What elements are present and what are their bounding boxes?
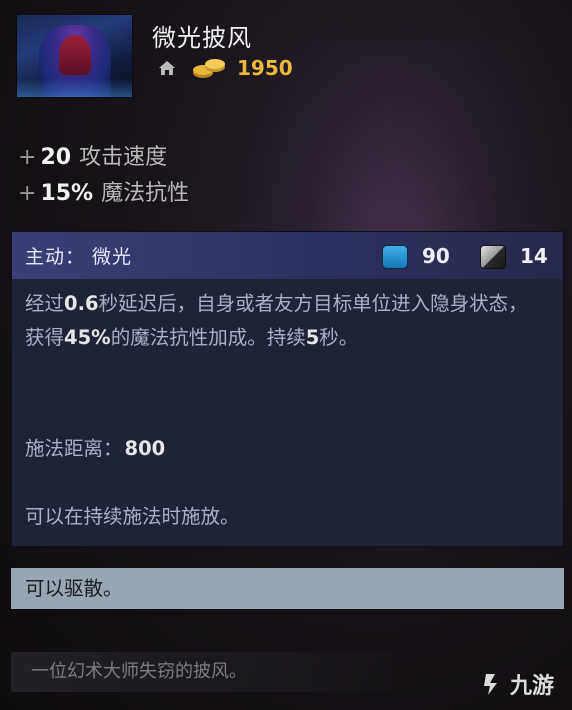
dispel-note: 可以驱散。 [11,568,564,609]
cooldown-value: 14 [520,244,548,268]
active-ability-panel: 主动： 微光 90 14 经过0.6秒延迟后，自身或者友方目标单位进入隐身状态，… [11,231,564,547]
stat-plus: + [18,145,37,170]
stat-label: 攻击速度 [79,145,168,170]
stat-value: 20 [40,145,72,170]
stat-plus: + [18,181,37,206]
stat-label: 魔法抗性 [101,181,190,206]
site-watermark: 九游 [478,668,554,700]
stat-row: +15% 魔法抗性 [18,176,189,212]
mana-cost-value: 90 [422,244,450,268]
item-lore: 一位幻术大师失窃的披风。 [11,652,391,692]
home-shop-icon [159,61,175,75]
item-stats: +20 攻击速度 +15% 魔法抗性 [18,140,189,212]
stat-value: 15% [40,181,94,206]
gold-cost: 1950 [237,56,293,80]
ability-description: 经过0.6秒延迟后，自身或者友方目标单位进入隐身状态， 获得45%的魔法抗性加成… [25,292,528,349]
gold-coins-icon [193,59,225,78]
ability-title: 主动： 微光 [25,246,133,268]
item-name: 微光披风 [152,24,252,52]
watermark-logo-icon [484,674,497,695]
cast-note: 可以在持续施法时施放。 [25,505,240,528]
item-cost-row: 1950 [157,55,293,81]
watermark-text: 九游 [510,674,555,699]
item-icon [16,14,133,98]
mana-cost-icon [382,245,408,269]
cast-range: 施法距离： 800 [25,437,166,460]
stat-row: +20 攻击速度 [18,140,189,176]
cooldown-icon [480,245,506,269]
ability-header: 主动： 微光 90 14 [12,232,563,279]
